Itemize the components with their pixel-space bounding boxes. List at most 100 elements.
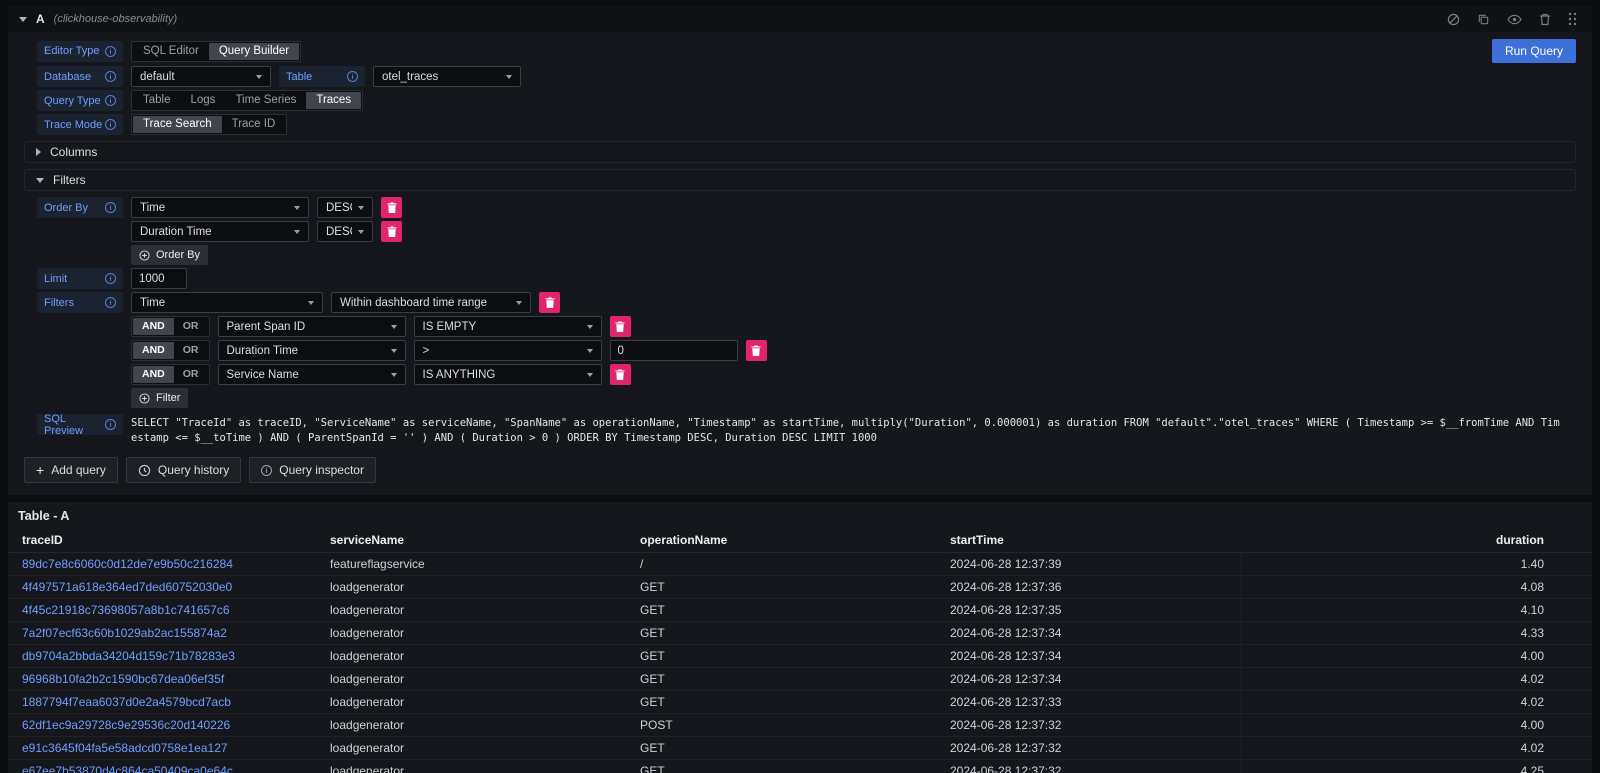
trace-id-link[interactable]: 62df1ec9a29728c9e29536c20d140226: [22, 718, 230, 732]
panel-title[interactable]: Table - A: [8, 502, 1592, 528]
operation-name-cell: /: [626, 553, 936, 576]
start-time-cell: 2024-06-28 12:37:32: [936, 737, 1241, 760]
info-icon[interactable]: [105, 202, 116, 213]
condition-remove-button-0[interactable]: [610, 316, 631, 337]
time-filter-operator-select[interactable]: Within dashboard time range: [331, 292, 531, 313]
order-by-direction-select-1[interactable]: DESC: [317, 221, 373, 242]
start-time-cell: 2024-06-28 12:37:32: [936, 760, 1241, 773]
duration-cell: 4.33: [1241, 622, 1592, 645]
drag-handle-icon[interactable]: [1564, 12, 1581, 26]
info-icon[interactable]: [105, 419, 116, 430]
info-icon: [261, 465, 272, 476]
col-header-starttime[interactable]: startTime: [936, 528, 1241, 553]
trace-id-link[interactable]: e67ee7b53870d4c864ca50409ca0e64c: [22, 764, 233, 773]
trace-id-link[interactable]: 4f497571a618e364ed7ded60752030e0: [22, 580, 232, 594]
filters-label: Filters: [37, 292, 123, 313]
info-icon[interactable]: [105, 71, 116, 82]
option-sql-editor[interactable]: SQL Editor: [133, 43, 209, 60]
trace-id-link[interactable]: 4f45c21918c73698057a8b1c741657c6: [22, 603, 230, 617]
editor-type-label: Editor Type: [37, 41, 123, 62]
info-icon[interactable]: [105, 297, 116, 308]
option-trace-id[interactable]: Trace ID: [222, 116, 286, 133]
disable-query-icon[interactable]: [1443, 13, 1464, 26]
filters-section-header[interactable]: Filters: [24, 169, 1576, 191]
time-filter-field-select[interactable]: Time: [131, 292, 323, 313]
remove-query-icon[interactable]: [1535, 13, 1555, 26]
option-or[interactable]: OR: [174, 318, 208, 335]
order-by-remove-button-1[interactable]: [381, 221, 402, 242]
info-icon[interactable]: [105, 95, 116, 106]
option-logs[interactable]: Logs: [181, 92, 226, 109]
condition-operator-value: IS EMPTY: [423, 321, 581, 333]
query-history-button[interactable]: Query history: [126, 457, 241, 483]
hide-response-icon[interactable]: [1503, 14, 1526, 25]
condition-field-select-0[interactable]: Parent Span ID: [218, 316, 406, 337]
order-by-field-select-0[interactable]: Time: [131, 197, 309, 218]
trace-id-link[interactable]: db9704a2bbda34204d159c71b78283e3: [22, 649, 235, 663]
info-icon[interactable]: [105, 46, 116, 57]
table-select[interactable]: otel_traces: [373, 66, 521, 87]
condition-field-select-1[interactable]: Duration Time: [218, 340, 406, 361]
table-row: 4f45c21918c73698057a8b1c741657c6 loadgen…: [8, 599, 1592, 622]
trace-id-link[interactable]: 1887794f7eaa6037d0e2a4579bcd7acb: [22, 695, 231, 709]
database-label: Database: [37, 66, 123, 87]
order-by-field-select-1[interactable]: Duration Time: [131, 221, 309, 242]
add-filter-button[interactable]: Filter: [131, 388, 188, 408]
option-or[interactable]: OR: [174, 366, 208, 383]
chevron-down-icon: [391, 325, 397, 329]
add-order-by-button[interactable]: Order By: [131, 245, 208, 265]
option-traces[interactable]: Traces: [306, 92, 361, 109]
condition-operator-select-1[interactable]: >: [414, 340, 602, 361]
condition-operator-select-0[interactable]: IS EMPTY: [414, 316, 602, 337]
condition-remove-button-2[interactable]: [610, 364, 631, 385]
trash-icon: [387, 202, 397, 213]
col-header-duration[interactable]: duration: [1241, 528, 1592, 553]
option-time-series[interactable]: Time Series: [225, 92, 306, 109]
collapse-chevron-icon[interactable]: [19, 17, 27, 22]
query-inspector-button[interactable]: Query inspector: [249, 457, 376, 483]
option-trace-search[interactable]: Trace Search: [133, 116, 222, 133]
time-filter-remove-button[interactable]: [539, 292, 560, 313]
trace-id-cell: 4f45c21918c73698057a8b1c741657c6: [8, 599, 316, 622]
chevron-down-icon: [587, 373, 593, 377]
time-filter-row: Filters Time Within dashboard time range: [37, 292, 1576, 313]
info-icon[interactable]: [347, 71, 358, 82]
order-by-remove-button-0[interactable]: [381, 197, 402, 218]
col-header-operationname[interactable]: operationName: [626, 528, 936, 553]
duplicate-query-icon[interactable]: [1473, 13, 1494, 26]
database-select[interactable]: default: [131, 66, 271, 87]
conjunction-toggle-1: AND OR: [131, 340, 210, 361]
col-header-traceid[interactable]: traceID: [8, 528, 316, 553]
condition-field-select-2[interactable]: Service Name: [218, 364, 406, 385]
operation-name-cell: GET: [626, 668, 936, 691]
option-or[interactable]: OR: [174, 342, 208, 359]
table-body: 89dc7e8c6060c0d12de7e9b50c216284 feature…: [8, 553, 1592, 773]
trace-id-link[interactable]: 89dc7e8c6060c0d12de7e9b50c216284: [22, 557, 233, 571]
option-table[interactable]: Table: [133, 92, 181, 109]
duration-cell: 4.02: [1241, 668, 1592, 691]
option-query-builder[interactable]: Query Builder: [209, 43, 299, 60]
add-query-button[interactable]: Add query: [24, 457, 118, 483]
trace-id-link[interactable]: 96968b10fa2b2c1590bc67dea06ef35f: [22, 672, 224, 686]
operation-name-cell: GET: [626, 691, 936, 714]
service-name-cell: loadgenerator: [316, 760, 626, 773]
trace-id-link[interactable]: e91c3645f04fa5e58adcd0758e1ea127: [22, 741, 228, 755]
run-query-button[interactable]: Run Query: [1492, 39, 1576, 63]
option-and[interactable]: AND: [133, 366, 174, 383]
condition-operator-select-2[interactable]: IS ANYTHING: [414, 364, 602, 385]
limit-input[interactable]: [131, 268, 187, 289]
condition-remove-button-1[interactable]: [746, 340, 767, 361]
option-and[interactable]: AND: [133, 318, 174, 335]
info-icon[interactable]: [105, 273, 116, 284]
chevron-down-icon: [391, 349, 397, 353]
col-header-servicename[interactable]: serviceName: [316, 528, 626, 553]
trace-id-link[interactable]: 7a2f07ecf63c60b1029ab2ac155874a2: [22, 626, 227, 640]
condition-value-input-1[interactable]: [610, 340, 738, 361]
order-by-direction-select-0[interactable]: DESC: [317, 197, 373, 218]
query-row-header[interactable]: A (clickhouse-observability): [8, 6, 1592, 32]
plus-circle-icon: [139, 250, 150, 261]
info-icon[interactable]: [105, 119, 116, 130]
option-and[interactable]: AND: [133, 342, 174, 359]
table-row: e67ee7b53870d4c864ca50409ca0e64c loadgen…: [8, 760, 1592, 773]
columns-section-header[interactable]: Columns: [24, 141, 1576, 163]
